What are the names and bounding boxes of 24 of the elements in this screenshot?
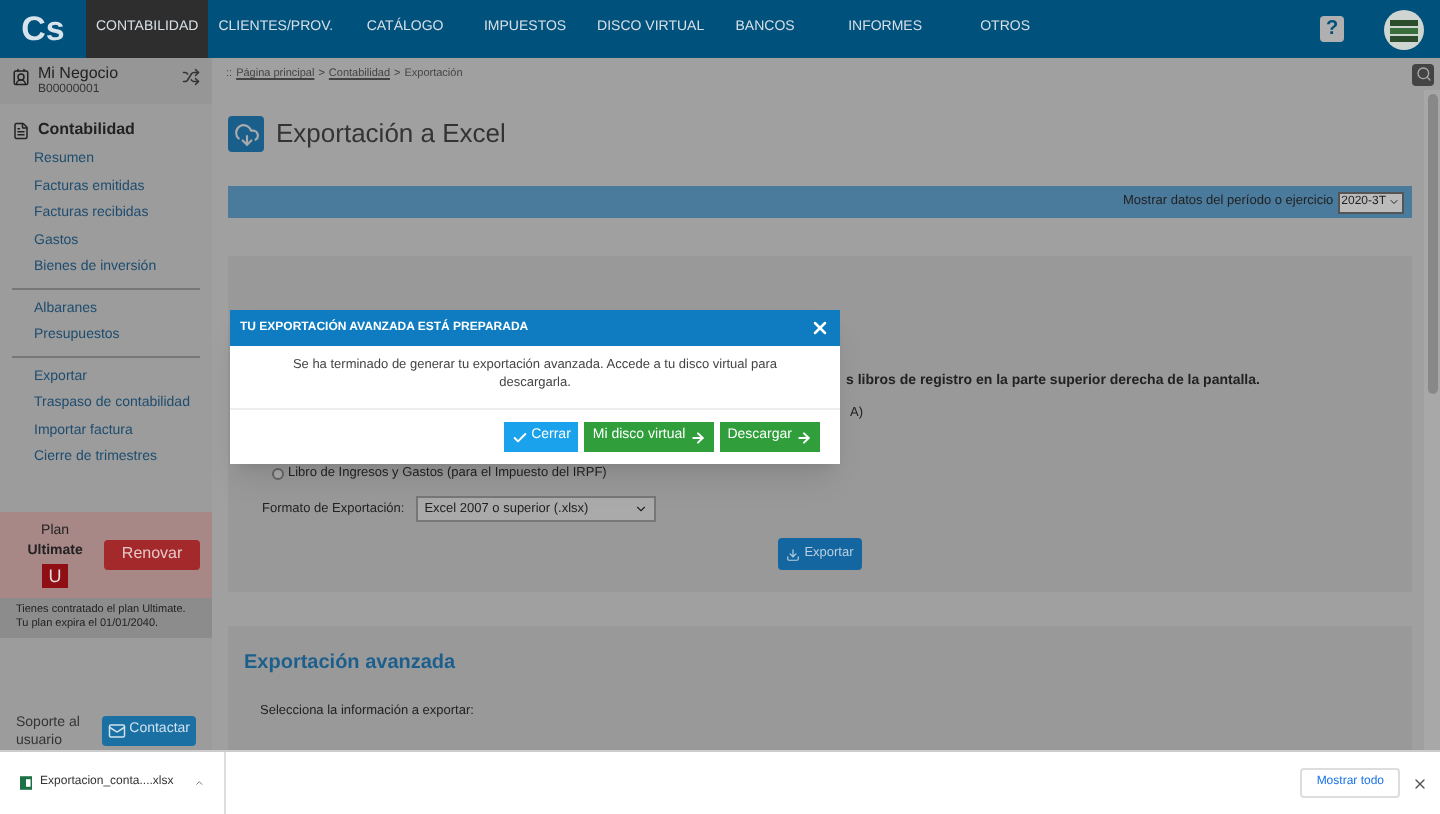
arrow-right-icon bbox=[689, 429, 706, 445]
chevron-down-icon bbox=[1388, 196, 1400, 208]
radio-button[interactable] bbox=[272, 468, 284, 480]
user-avatar-icon[interactable] bbox=[1384, 9, 1424, 49]
cloud-download-icon bbox=[228, 116, 264, 152]
page-title: Exportación a Excel bbox=[276, 116, 506, 153]
shuffle-icon[interactable] bbox=[182, 68, 200, 86]
logo[interactable]: Cs bbox=[0, 3, 86, 55]
renew-button[interactable]: Renovar bbox=[104, 539, 200, 569]
search-button[interactable] bbox=[1412, 63, 1434, 85]
help-button[interactable]: ? bbox=[1320, 16, 1344, 42]
plan-badge: U bbox=[42, 563, 68, 587]
business-name: Mi Negocio bbox=[38, 64, 121, 82]
check-icon bbox=[511, 429, 528, 445]
chevron-down-icon bbox=[634, 502, 649, 516]
spreadsheet-file-icon bbox=[20, 774, 33, 792]
section-title: Exportación avanzada bbox=[244, 650, 458, 678]
arrow-right-icon bbox=[796, 429, 812, 445]
business-icon bbox=[12, 68, 30, 86]
download-icon bbox=[786, 547, 801, 561]
document-icon bbox=[12, 121, 30, 139]
close-icon[interactable] bbox=[1412, 775, 1428, 791]
mail-icon bbox=[107, 722, 126, 740]
section-title: Contabilidad bbox=[38, 118, 135, 142]
